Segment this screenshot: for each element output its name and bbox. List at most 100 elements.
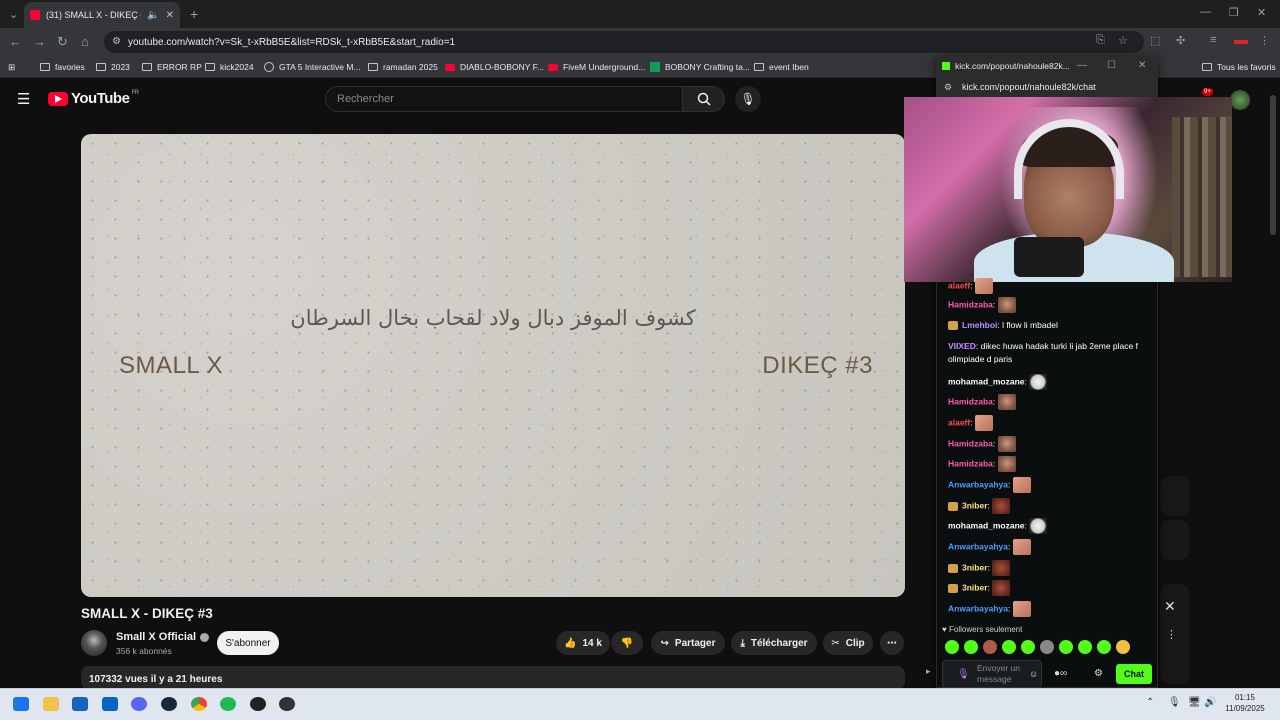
- popup-maximize-icon[interactable]: ☐: [1107, 60, 1116, 71]
- new-tab-icon[interactable]: +: [190, 6, 198, 22]
- dislike-button[interactable]: 👎: [611, 631, 643, 655]
- tab-youtube[interactable]: (31) SMALL X - DIKEÇ #3 - 🔈 ✕: [24, 2, 180, 28]
- emote-icon: [1078, 640, 1092, 654]
- forward-icon[interactable]: →: [33, 34, 46, 49]
- bookmark-fivem[interactable]: FiveM Underground...: [548, 60, 645, 74]
- tab-search-icon[interactable]: ⌄: [9, 8, 18, 21]
- maximize-icon[interactable]: ❐: [1229, 6, 1239, 19]
- description-box[interactable]: 107332 vues il y a 21 heures: [81, 666, 905, 690]
- popup-url-bar[interactable]: ⚙ kick.com/popout/nahoule82k/chat: [936, 76, 1158, 98]
- thumbs-up-icon: 👍: [564, 637, 577, 649]
- sub-badge-icon: [948, 563, 958, 573]
- profile-flag-icon[interactable]: [1234, 40, 1248, 44]
- youtube-logo[interactable]: YouTube FR: [48, 90, 139, 107]
- discord-icon[interactable]: [131, 697, 147, 711]
- video-left-text: SMALL X: [119, 352, 223, 379]
- settings-icon[interactable]: ⚙: [1094, 668, 1103, 679]
- chrome-icon[interactable]: [191, 697, 207, 711]
- bookmark-all[interactable]: Tous les favoris: [1202, 60, 1276, 74]
- home-icon[interactable]: ⌂: [81, 34, 89, 49]
- popup-minimize-icon[interactable]: —: [1077, 60, 1087, 71]
- page-scrollbar[interactable]: [1270, 95, 1276, 235]
- mic-icon[interactable]: 🎙: [957, 669, 970, 680]
- video-player[interactable]: كشوف الموفز دبال ولاد لقحاب بخال السرطان…: [81, 134, 905, 597]
- channel-name[interactable]: Small X Official: [116, 631, 210, 643]
- emoji-icon[interactable]: ☺: [1029, 669, 1038, 680]
- bookmark-error-rp[interactable]: ERROR RP: [142, 60, 202, 74]
- menu-icon[interactable]: ⋮: [1259, 34, 1270, 47]
- bookmark-star-icon[interactable]: ☆: [1118, 34, 1128, 47]
- bookmark-bobony-crafting[interactable]: BOBONY Crafting ta...: [650, 60, 750, 74]
- speaker-icon[interactable]: 🔈: [147, 10, 159, 21]
- emote-icon: [1002, 640, 1016, 654]
- hamburger-menu-icon[interactable]: ☰: [17, 90, 30, 108]
- bookmark-ramadan[interactable]: ramadan 2025: [368, 60, 438, 74]
- address-bar[interactable]: ⚙ youtube.com/watch?v=Sk_t-xRbB5E&list=R…: [104, 31, 1144, 53]
- more-icon[interactable]: ⋮: [1166, 628, 1177, 641]
- puzzle-icon[interactable]: ✣: [1176, 34, 1185, 47]
- chat-message: mohamad_mozane:: [948, 518, 1148, 534]
- views-line: 107332 vues il y a 21 heures: [89, 674, 223, 685]
- chat-message-input[interactable]: 🎙 Envoyer un message ☺: [942, 660, 1042, 688]
- send-chat-button[interactable]: Chat: [1116, 664, 1152, 684]
- close-window-icon[interactable]: ✕: [1257, 6, 1266, 19]
- close-tab-icon[interactable]: ✕: [166, 10, 174, 21]
- steam-icon[interactable]: [161, 697, 177, 711]
- heart-icon: ♥: [942, 625, 949, 634]
- bookmark-favories[interactable]: favories: [40, 60, 85, 74]
- emote-quick-bar[interactable]: [945, 640, 1130, 654]
- like-button[interactable]: 👍 14 k: [556, 631, 610, 655]
- channel-avatar[interactable]: [81, 630, 107, 656]
- sheets-icon: [650, 62, 660, 72]
- share-button[interactable]: ↪ Partager: [651, 631, 725, 655]
- site-info-icon[interactable]: ⚙: [112, 36, 121, 47]
- more-actions-button[interactable]: ⋯: [880, 631, 904, 655]
- close-panel-icon[interactable]: ✕: [1164, 598, 1176, 615]
- apps-icon[interactable]: ⊞: [8, 60, 15, 74]
- windows-start-icon[interactable]: [13, 697, 29, 711]
- chat-message: Anwarbayahya:: [948, 477, 1148, 493]
- search-input[interactable]: Rechercher: [325, 86, 683, 112]
- clip-button[interactable]: ✂ Clip: [823, 631, 873, 655]
- app-icon[interactable]: [279, 697, 295, 711]
- volume-icon[interactable]: 🔊: [1204, 697, 1216, 708]
- back-icon[interactable]: ←: [9, 34, 22, 49]
- voice-search-button[interactable]: 🎙: [735, 86, 761, 112]
- store-icon[interactable]: [72, 697, 88, 711]
- avatar[interactable]: [1230, 90, 1250, 110]
- playlist-item[interactable]: [1160, 520, 1190, 560]
- bookmark-2023[interactable]: 2023: [96, 60, 130, 74]
- spotify-icon[interactable]: [220, 697, 236, 711]
- microphone-icon[interactable]: 🎙: [1168, 697, 1181, 708]
- points-icon[interactable]: ●∞: [1054, 668, 1067, 679]
- emote-icon: [1116, 640, 1130, 654]
- bookmark-event-iben[interactable]: event Iben: [754, 60, 809, 74]
- outlook-icon[interactable]: [102, 697, 118, 711]
- install-icon[interactable]: ⎘: [1096, 34, 1105, 47]
- subscribe-button[interactable]: S'abonner: [217, 631, 279, 655]
- obs-icon[interactable]: [250, 697, 266, 711]
- emote-icon: [945, 640, 959, 654]
- emote-icon: [983, 640, 997, 654]
- system-clock[interactable]: 01:15 11/09/2025: [1220, 692, 1270, 714]
- tray-chevron-icon[interactable]: ⌃: [1146, 697, 1154, 708]
- bookmark-kick2024[interactable]: kick2024: [205, 60, 254, 74]
- download-button[interactable]: ⤓ Télécharger: [731, 631, 817, 655]
- site-info-icon[interactable]: ⚙: [944, 82, 952, 93]
- chat-message: alaeff:: [948, 415, 1148, 431]
- chat-message: Hamidzaba:: [948, 297, 1148, 313]
- bookmark-diablo[interactable]: DIABLO-BOBONY F...: [445, 60, 544, 74]
- reading-list-icon[interactable]: ≡: [1210, 34, 1216, 46]
- search-button[interactable]: [683, 86, 725, 112]
- minimize-icon[interactable]: —: [1200, 6, 1211, 18]
- network-icon[interactable]: 🖥: [1188, 697, 1201, 708]
- file-explorer-icon[interactable]: [43, 697, 59, 711]
- emote-icon: [1097, 640, 1111, 654]
- chat-message: Hamidzaba:: [948, 436, 1148, 452]
- popup-close-icon[interactable]: ✕: [1138, 60, 1146, 71]
- bookmark-gta5[interactable]: GTA 5 Interactive M...: [264, 60, 361, 74]
- expand-icon[interactable]: ▸: [926, 666, 931, 677]
- playlist-item[interactable]: [1160, 476, 1190, 516]
- extension-icon[interactable]: ⬚: [1150, 34, 1160, 47]
- reload-icon[interactable]: ↻: [57, 34, 68, 50]
